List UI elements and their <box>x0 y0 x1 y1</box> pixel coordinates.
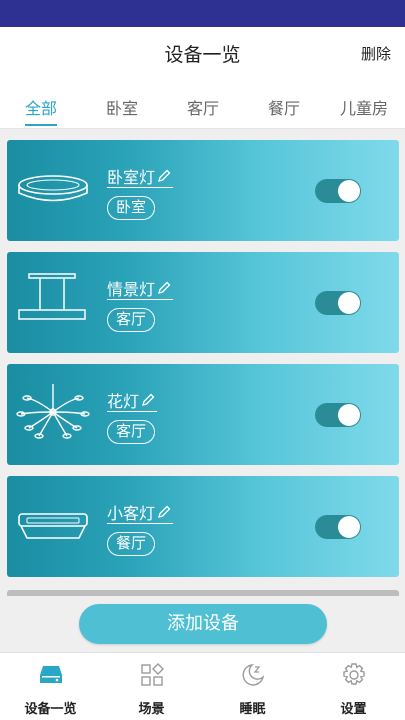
nav-settings[interactable]: 设置 <box>303 653 404 720</box>
device-name-row[interactable]: 花灯 <box>107 388 158 412</box>
device-name-row[interactable]: 小客灯 <box>107 500 174 524</box>
sleep-moon-icon <box>242 664 264 686</box>
tab-all[interactable]: 全部 <box>25 95 57 119</box>
device-name: 花灯 <box>107 391 140 411</box>
nav-label: 睡眠 <box>239 702 266 717</box>
edit-pencil-icon[interactable] <box>141 393 155 407</box>
active-tab-indicator <box>25 124 57 126</box>
nav-label: 场景 <box>138 702 165 717</box>
device-name: 情景灯 <box>107 279 156 299</box>
room-badge: 客厅 <box>107 420 156 444</box>
tab-bedroom[interactable]: 卧室 <box>106 95 138 119</box>
nav-sleep[interactable]: 睡眠 <box>202 653 303 720</box>
tab-kids-room[interactable]: 儿童房 <box>340 95 388 119</box>
tab-living-room[interactable]: 客厅 <box>187 95 219 119</box>
toggle-knob <box>338 404 360 426</box>
power-toggle[interactable] <box>315 291 361 315</box>
tab-dining-room[interactable]: 餐厅 <box>268 95 300 119</box>
edit-pencil-icon[interactable] <box>157 169 171 183</box>
toggle-knob <box>338 292 360 314</box>
scene-grid-icon <box>140 663 164 686</box>
toggle-knob <box>338 516 360 538</box>
edit-pencil-icon[interactable] <box>157 281 171 295</box>
device-name-row[interactable]: 卧室灯 <box>107 164 174 188</box>
device-list-icon <box>39 666 62 683</box>
round-ceiling-lamp-icon <box>18 175 88 202</box>
chandelier-icon <box>16 384 90 439</box>
nav-label: 设置 <box>340 702 367 717</box>
room-badge: 餐厅 <box>107 532 156 556</box>
next-device-card-peek <box>7 590 399 596</box>
power-toggle[interactable] <box>315 179 361 203</box>
pendant-bar-lamp-icon <box>18 273 86 320</box>
device-card[interactable]: 情景灯 客厅 <box>7 252 399 353</box>
room-tabs: 全部 卧室 客厅 餐厅 儿童房 <box>0 77 405 129</box>
power-toggle[interactable] <box>315 515 361 539</box>
device-name-row[interactable]: 情景灯 <box>107 276 174 300</box>
edit-pencil-icon[interactable] <box>157 505 171 519</box>
add-device-button[interactable]: 添加设备 <box>79 604 327 644</box>
delete-button[interactable]: 删除 <box>361 43 391 64</box>
device-card[interactable]: 小客灯 餐厅 <box>7 476 399 577</box>
square-ceiling-lamp-icon <box>18 513 88 539</box>
nav-scene[interactable]: 场景 <box>101 653 202 720</box>
nav-label: 设备一览 <box>24 702 77 717</box>
power-toggle[interactable] <box>315 403 361 427</box>
bottom-nav: 设备一览 场景 睡眠 设置 <box>0 652 405 720</box>
settings-gear-icon <box>342 663 365 685</box>
device-card[interactable]: 卧室灯 卧室 <box>7 140 399 241</box>
toggle-knob <box>338 180 360 202</box>
header: 设备一览 删除 <box>0 27 405 77</box>
status-bar <box>0 0 405 27</box>
device-name: 卧室灯 <box>107 167 156 187</box>
room-badge: 客厅 <box>107 308 156 332</box>
device-name: 小客灯 <box>107 503 156 523</box>
page-title: 设备一览 <box>164 44 241 66</box>
room-badge: 卧室 <box>107 196 156 220</box>
nav-device-list[interactable]: 设备一览 <box>0 653 101 720</box>
device-card[interactable]: 花灯 客厅 <box>7 364 399 465</box>
device-list[interactable]: 卧室灯 卧室 情景灯 客厅 花灯 客厅 小客灯 餐厅 <box>0 130 405 596</box>
